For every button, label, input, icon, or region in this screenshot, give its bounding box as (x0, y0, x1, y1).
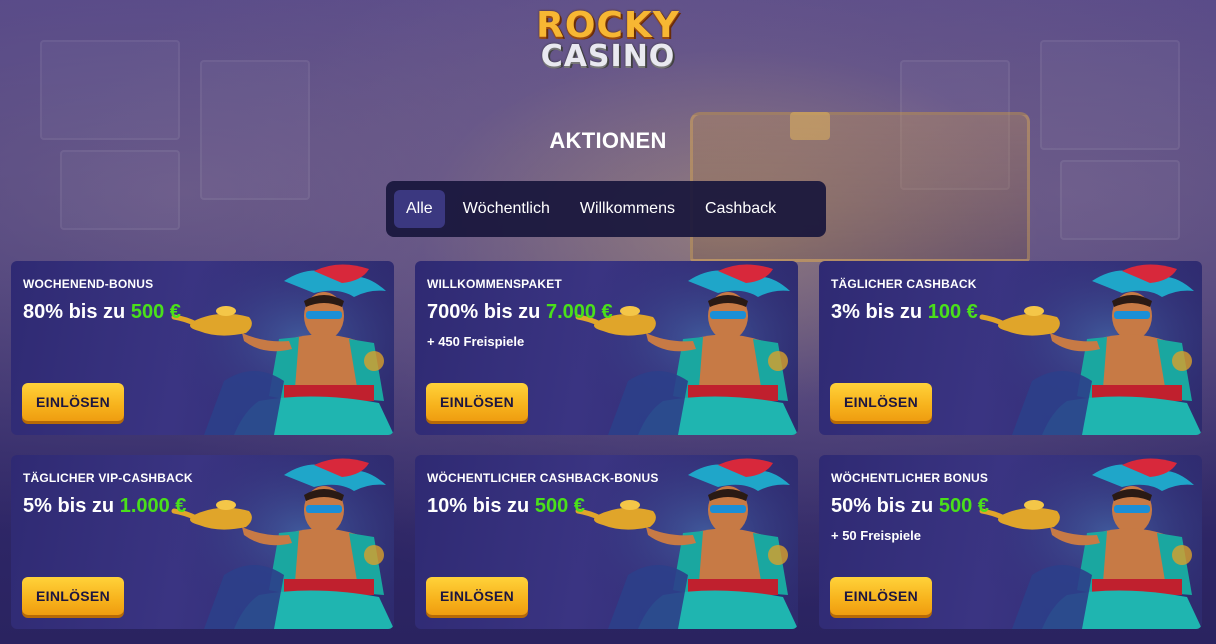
tab-cashback[interactable]: Cashback (693, 190, 788, 228)
redeem-button[interactable]: EINLÖSEN (830, 577, 932, 615)
promotion-free-spins: + 50 Freispiele (831, 528, 921, 543)
genie-with-lamp-icon (164, 455, 394, 629)
promotion-offer: 700% bis zu 7.000 € (427, 301, 613, 324)
rocky-casino-logo[interactable]: ROCKY CASINO (0, 8, 1216, 72)
promotion-title: TÄGLICHER CASHBACK (831, 277, 977, 291)
offer-percentage: 80% bis zu (23, 301, 126, 323)
promotion-card: TÄGLICHER CASHBACK 3% bis zu 100 € EINLÖ… (819, 261, 1202, 435)
promotion-offer: 3% bis zu 100 € (831, 301, 978, 324)
promotion-offer: 80% bis zu 500 € (23, 301, 181, 324)
promotion-card: TÄGLICHER VIP-CASHBACK 5% bis zu 1.000 €… (11, 455, 394, 629)
offer-percentage: 3% bis zu (831, 301, 923, 323)
redeem-button[interactable]: EINLÖSEN (426, 383, 528, 421)
redeem-button[interactable]: EINLÖSEN (426, 577, 528, 615)
tab-woechentlich[interactable]: Wöchentlich (451, 190, 562, 228)
genie-with-lamp-icon (568, 261, 798, 435)
promotion-title: WÖCHENTLICHER BONUS (831, 471, 989, 485)
redeem-button[interactable]: EINLÖSEN (22, 383, 124, 421)
offer-percentage: 50% bis zu (831, 495, 934, 517)
offer-max-amount: 7.000 € (545, 301, 613, 323)
promotion-filter-tabs: Alle Wöchentlich Willkommens Cashback (386, 181, 826, 237)
redeem-button[interactable]: EINLÖSEN (22, 577, 124, 615)
promotion-title: WILLKOMMENSPAKET (427, 277, 562, 291)
promotion-free-spins: + 450 Freispiele (427, 334, 525, 349)
promotion-title: TÄGLICHER VIP-CASHBACK (23, 471, 193, 485)
redeem-button[interactable]: EINLÖSEN (830, 383, 932, 421)
offer-max-amount: 100 € (927, 301, 978, 323)
promotion-card: WÖCHENTLICHER BONUS 50% bis zu 500 € + 5… (819, 455, 1202, 629)
promotion-offer: 10% bis zu 500 € (427, 495, 585, 518)
tab-alle[interactable]: Alle (394, 190, 445, 228)
promotion-title: WÖCHENTLICHER CASHBACK-BONUS (427, 471, 659, 485)
promotion-card: WILLKOMMENSPAKET 700% bis zu 7.000 € + 4… (415, 261, 798, 435)
offer-max-amount: 500 € (130, 301, 181, 323)
logo-line-casino: CASINO (540, 39, 676, 74)
promotions-grid: WOCHENEND-BONUS 80% bis zu 500 € EINLÖSE… (11, 261, 1202, 629)
offer-percentage: 700% bis zu (427, 301, 541, 323)
offer-max-amount: 500 € (534, 495, 585, 517)
promotion-title: WOCHENEND-BONUS (23, 277, 154, 291)
page-title: AKTIONEN (549, 128, 667, 153)
promotion-offer: 5% bis zu 1.000 € (23, 495, 186, 518)
offer-percentage: 10% bis zu (427, 495, 530, 517)
promotion-offer: 50% bis zu 500 € (831, 495, 989, 518)
genie-with-lamp-icon (972, 261, 1202, 435)
offer-percentage: 5% bis zu (23, 495, 115, 517)
tab-willkommens[interactable]: Willkommens (568, 190, 687, 228)
genie-with-lamp-icon (164, 261, 394, 435)
promotion-card: WÖCHENTLICHER CASHBACK-BONUS 10% bis zu … (415, 455, 798, 629)
genie-with-lamp-icon (972, 455, 1202, 629)
offer-max-amount: 500 € (938, 495, 989, 517)
promotion-card: WOCHENEND-BONUS 80% bis zu 500 € EINLÖSE… (11, 261, 394, 435)
offer-max-amount: 1.000 € (119, 495, 187, 517)
